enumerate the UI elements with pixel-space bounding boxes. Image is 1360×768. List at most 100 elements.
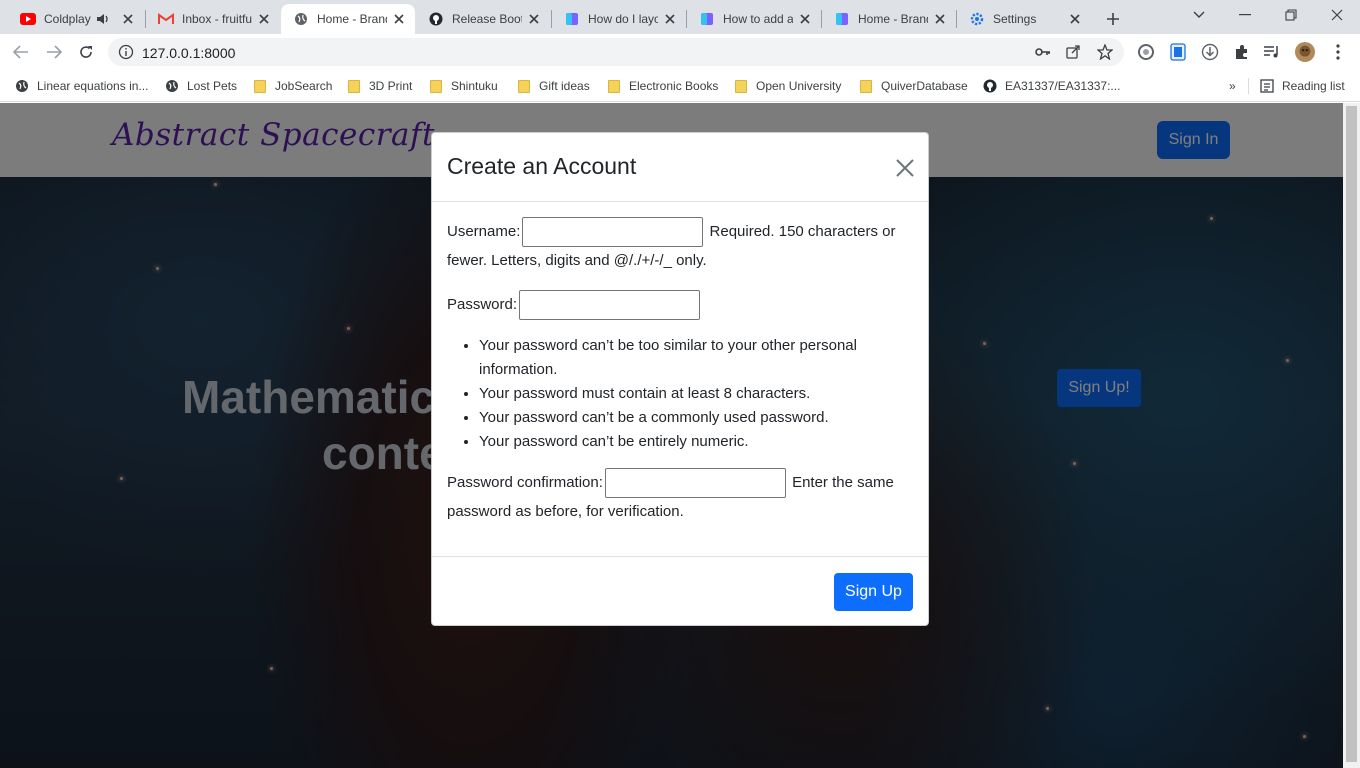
- close-tab-icon[interactable]: [256, 11, 272, 27]
- folder-icon: [733, 78, 749, 94]
- minimize-icon[interactable]: [1222, 0, 1268, 30]
- reading-list-button[interactable]: Reading list: [1260, 76, 1345, 96]
- password-row: Password:: [447, 290, 913, 320]
- bookmark-linear-equations[interactable]: Linear equations in...: [14, 76, 148, 96]
- tab-title: How to add a: [723, 12, 793, 26]
- tab-how-do-i-layout[interactable]: How do I layo: [552, 4, 686, 34]
- close-tab-icon[interactable]: [662, 11, 678, 27]
- password-label: Password:: [447, 295, 518, 313]
- reload-icon[interactable]: [72, 38, 100, 66]
- bookmark-jobsearch[interactable]: JobSearch: [252, 76, 332, 96]
- media-queue-icon[interactable]: [1262, 42, 1282, 62]
- folder-icon: [346, 78, 362, 94]
- tab-settings[interactable]: Settings: [957, 4, 1091, 34]
- extension-doc-icon[interactable]: [1168, 42, 1188, 62]
- bookmark-label: Lost Pets: [187, 79, 238, 93]
- password-confirm-row: Password confirmation: Enter the same pa…: [447, 468, 913, 525]
- extensions-puzzle-icon[interactable]: [1232, 42, 1252, 62]
- browser-menu-icon[interactable]: [1328, 42, 1348, 62]
- avatar[interactable]: [1295, 42, 1315, 62]
- username-label: Username:: [447, 222, 521, 240]
- tab-home-brand[interactable]: Home - Brand: [822, 4, 956, 34]
- reading-list-icon: [1260, 79, 1274, 93]
- tab-inbox[interactable]: Inbox - fruitfu: [146, 4, 280, 34]
- restore-icon[interactable]: [1268, 0, 1314, 30]
- back-arrow-icon[interactable]: [7, 38, 35, 66]
- bookmark-3d-print[interactable]: 3D Print: [346, 76, 412, 96]
- password-requirements-list: Your password can’t be too similar to yo…: [479, 334, 913, 454]
- tab-how-to-add[interactable]: How to add a: [687, 4, 821, 34]
- bookmarks-bar: Linear equations in... Lost Pets JobSear…: [0, 70, 1360, 102]
- list-item: Your password can’t be entirely numeric.: [479, 430, 913, 454]
- url-text[interactable]: 127.0.0.1:8000: [142, 45, 235, 61]
- create-account-modal: Create an Account Username: Required. 15…: [431, 132, 929, 626]
- modal-body: Username: Required. 150 characters or fe…: [447, 217, 913, 537]
- close-tab-icon[interactable]: [391, 11, 407, 27]
- github-icon: [982, 78, 998, 94]
- bookmark-ea31337[interactable]: EA31337/EA31337:...: [982, 76, 1120, 96]
- globe-icon: [14, 78, 30, 94]
- username-row: Username: Required. 150 characters or fe…: [447, 217, 913, 274]
- bookmark-gift-ideas[interactable]: Gift ideas: [516, 76, 590, 96]
- tab-release-boots[interactable]: Release Boots: [416, 4, 550, 34]
- bookmark-electronic-books[interactable]: Electronic Books: [606, 76, 718, 96]
- site-info-icon[interactable]: [118, 44, 134, 60]
- close-tab-icon[interactable]: [526, 11, 542, 27]
- tab-title: Settings: [993, 12, 1037, 26]
- page-icon: [834, 11, 850, 27]
- share-icon[interactable]: [1064, 43, 1082, 61]
- close-tab-icon[interactable]: [1067, 11, 1083, 27]
- scrollbar-thumb[interactable]: [1346, 106, 1357, 762]
- sign-up-submit-button[interactable]: Sign Up: [834, 573, 913, 611]
- tab-strip: Coldplay Inbox - fruitfu Home - Brand Re…: [0, 0, 1360, 34]
- close-tab-icon[interactable]: [120, 11, 136, 27]
- new-tab-icon[interactable]: [1100, 6, 1126, 32]
- bookmark-star-icon[interactable]: [1096, 43, 1114, 61]
- bookmark-label: EA31337/EA31337:...: [1005, 79, 1121, 93]
- tab-title: Home - Brand: [317, 12, 387, 26]
- modal-header: Create an Account: [432, 133, 928, 202]
- tab-search-chevron-icon[interactable]: [1176, 0, 1222, 30]
- bookmark-open-university[interactable]: Open University: [733, 76, 841, 96]
- record-icon[interactable]: [1136, 42, 1156, 62]
- bookmarks-overflow-button[interactable]: »: [1229, 76, 1236, 96]
- github-icon: [428, 11, 444, 27]
- folder-icon: [516, 78, 532, 94]
- password-confirm-input[interactable]: [604, 468, 786, 498]
- modal-title: Create an Account: [447, 153, 637, 179]
- list-item: Your password must contain at least 8 ch…: [479, 382, 913, 406]
- gear-icon: [969, 11, 985, 27]
- tab-title: Release Boots: [452, 12, 522, 26]
- folder-icon: [428, 78, 444, 94]
- globe-icon: [293, 11, 309, 27]
- bookmark-quiverdatabase[interactable]: QuiverDatabase: [858, 76, 968, 96]
- address-bar[interactable]: 127.0.0.1:8000: [108, 38, 1124, 66]
- page-viewport: Abstract Spacecraft Sign In Mathematic c…: [0, 103, 1343, 768]
- bookmarks-divider: [1248, 78, 1249, 94]
- bookmark-label: Open University: [756, 79, 842, 93]
- tab-coldplay[interactable]: Coldplay: [8, 4, 144, 34]
- download-icon[interactable]: [1200, 42, 1220, 62]
- forward-arrow-icon[interactable]: [40, 38, 68, 66]
- close-window-icon[interactable]: [1314, 0, 1360, 30]
- youtube-icon: [20, 11, 36, 27]
- list-item: Your password can’t be too similar to yo…: [479, 334, 913, 382]
- close-tab-icon[interactable]: [797, 11, 813, 27]
- speaker-icon[interactable]: [96, 13, 110, 25]
- bookmark-label: Gift ideas: [539, 79, 590, 93]
- bookmark-lost-pets[interactable]: Lost Pets: [164, 76, 237, 96]
- bookmark-label: QuiverDatabase: [881, 79, 968, 93]
- password-input[interactable]: [519, 290, 701, 320]
- tab-title: How do I layo: [588, 12, 658, 26]
- close-icon[interactable]: [894, 157, 916, 179]
- username-input[interactable]: [522, 217, 704, 247]
- close-tab-icon[interactable]: [932, 11, 948, 27]
- bookmark-label: JobSearch: [275, 79, 333, 93]
- page-icon: [564, 11, 580, 27]
- bookmark-label: 3D Print: [369, 79, 413, 93]
- tab-title: Home - Brand: [858, 12, 928, 26]
- tab-home-brand-active[interactable]: Home - Brand: [281, 4, 415, 34]
- modal-footer: Sign Up: [432, 556, 928, 626]
- bookmark-shintuku[interactable]: Shintuku: [428, 76, 498, 96]
- key-icon[interactable]: [1034, 43, 1052, 61]
